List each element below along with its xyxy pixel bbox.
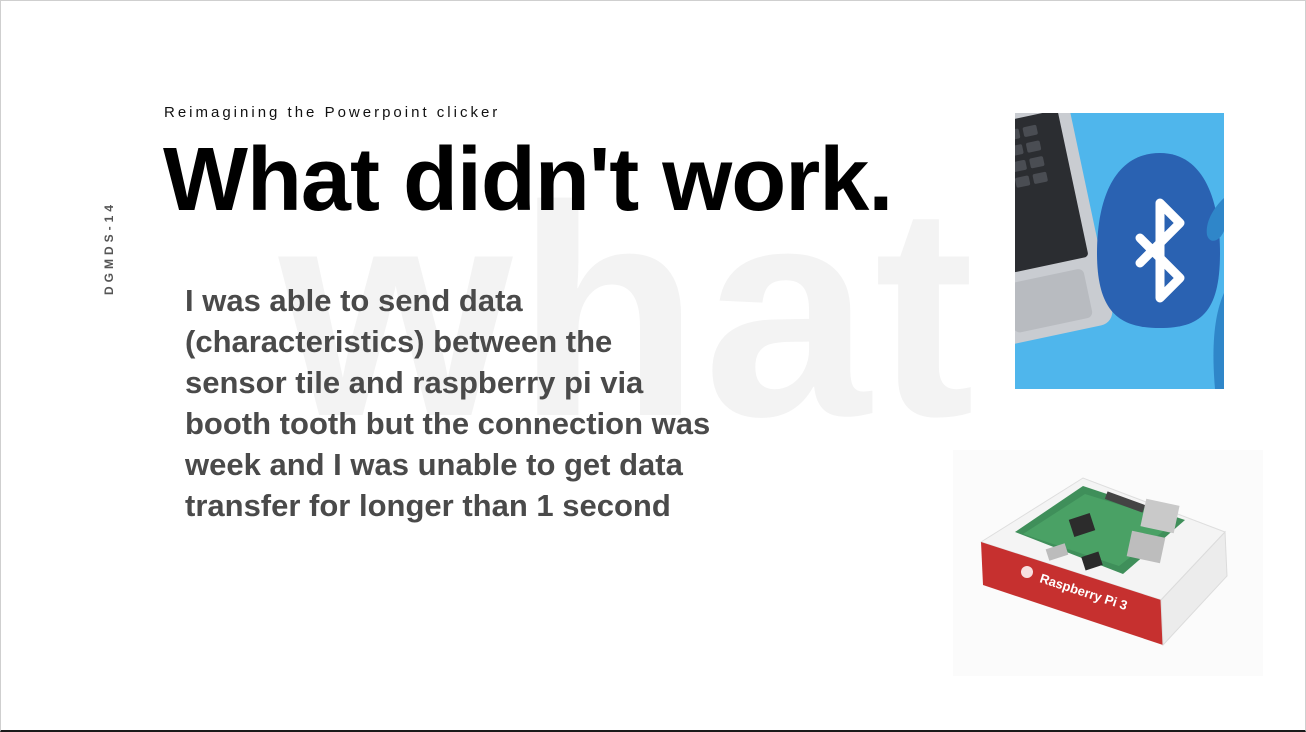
body-line: I was able to send data: [185, 283, 523, 318]
slide-title: What didn't work.: [163, 130, 893, 230]
raspberry-pi-image: Raspberry Pi 3: [953, 450, 1263, 676]
slide-subtitle: Reimagining the Powerpoint clicker: [164, 104, 501, 121]
body-line: sensor tile and raspberry pi via: [185, 365, 644, 400]
slide: what DGMDS-14 Reimagining the Powerpoint…: [0, 0, 1306, 732]
side-course-code: DGMDS-14: [102, 200, 116, 295]
body-line: (characteristics) between the: [185, 324, 613, 359]
bluetooth-laptop-icon: [1015, 113, 1224, 389]
raspberry-pi-box-icon: Raspberry Pi 3: [953, 450, 1263, 676]
body-line: week and I was unable to get data: [185, 447, 683, 482]
body-line: transfer for longer than 1 second: [185, 488, 671, 523]
body-paragraph: I was able to send data (characteristics…: [185, 280, 785, 526]
bluetooth-laptop-image: [1015, 113, 1224, 389]
body-line: booth tooth but the connection was: [185, 406, 711, 441]
